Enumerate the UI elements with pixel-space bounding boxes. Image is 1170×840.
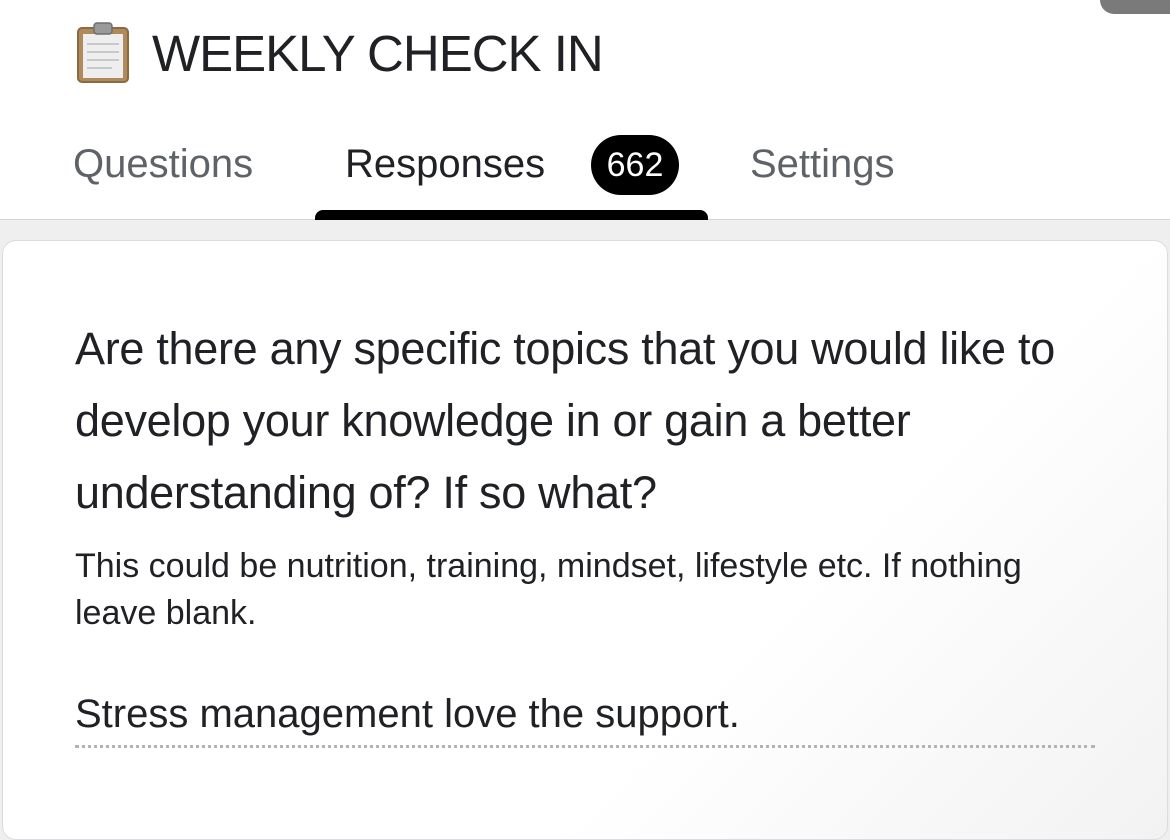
- question-description: This could be nutrition, training, minds…: [75, 547, 1022, 632]
- status-bar-corner: [1100, 0, 1170, 14]
- tab-responses[interactable]: Responses: [345, 138, 545, 190]
- form-header: WEEKLY CHECK IN Questions Responses 662 …: [0, 0, 1170, 220]
- active-tab-indicator: [315, 210, 708, 220]
- tab-settings[interactable]: Settings: [750, 138, 895, 190]
- response-answer: Stress management love the support.: [75, 688, 1095, 748]
- question-title: Are there any specific topics that you w…: [75, 323, 1055, 518]
- responses-count-badge: 662: [591, 135, 679, 195]
- tab-questions[interactable]: Questions: [73, 138, 253, 190]
- title-row: WEEKLY CHECK IN: [76, 22, 604, 84]
- clipboard-icon: [77, 22, 129, 83]
- form-title: WEEKLY CHECK IN: [152, 24, 604, 82]
